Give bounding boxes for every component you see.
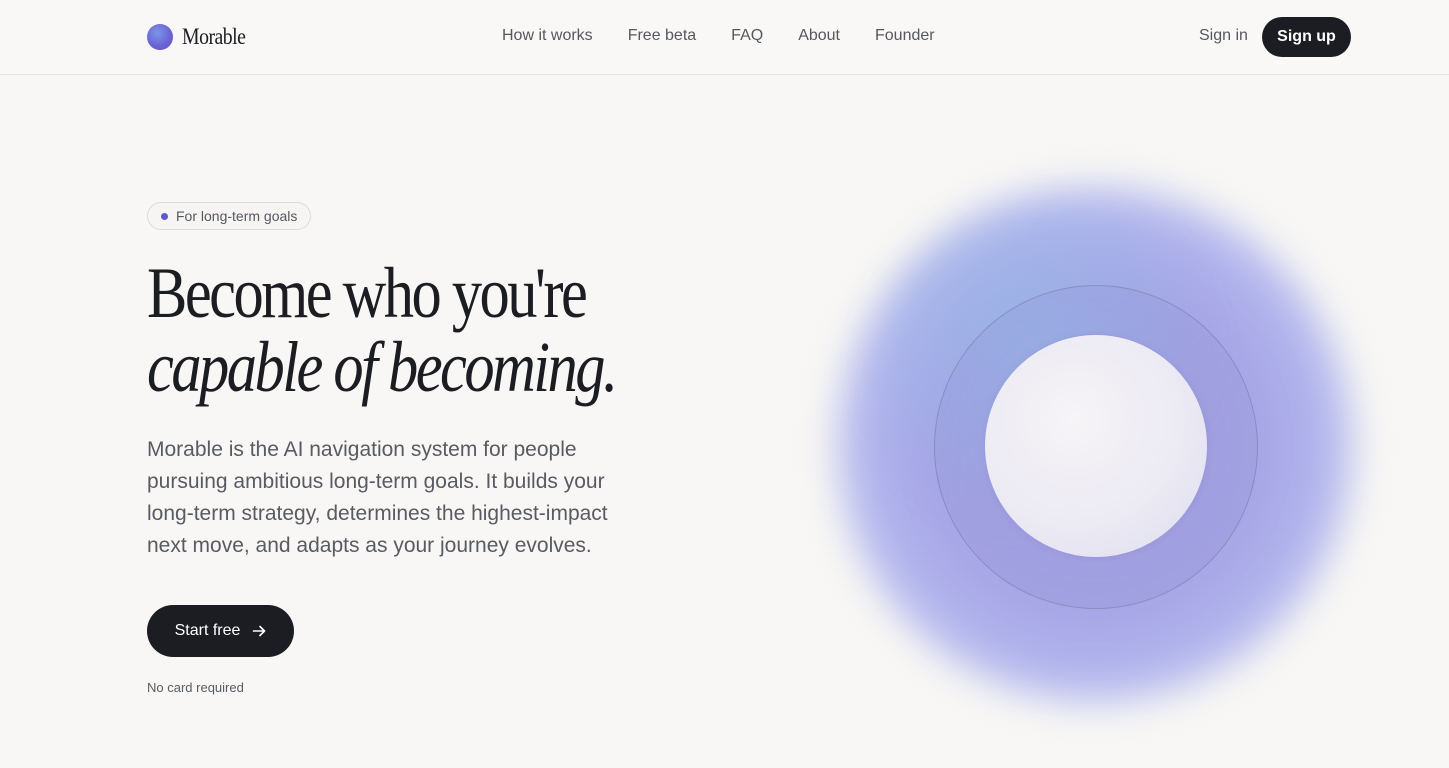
- sign-in-link[interactable]: Sign in: [1199, 27, 1248, 45]
- nav-link-how-it-works[interactable]: How it works: [502, 27, 593, 45]
- audience-badge: For long-term goals: [147, 202, 312, 230]
- arrow-right-icon: [253, 625, 266, 637]
- main-nav: How it works Free beta FAQ About Founder: [502, 27, 935, 45]
- nav-link-about[interactable]: About: [798, 27, 840, 45]
- hero-description: Morable is the AI navigation system for …: [147, 438, 608, 557]
- headline-line-2: capable of becoming.: [147, 327, 618, 407]
- sign-up-button[interactable]: Sign up: [1262, 17, 1351, 57]
- orb-core: [985, 335, 1207, 557]
- brand-logo-link[interactable]: Morable: [147, 23, 256, 51]
- start-free-button[interactable]: Start free: [147, 605, 294, 657]
- no-card-note: No card required: [147, 680, 244, 695]
- nav-link-faq[interactable]: FAQ: [731, 27, 763, 45]
- logo-orb-icon: [147, 24, 173, 50]
- start-free-label: Start free: [174, 622, 241, 639]
- badge-dot-icon: [161, 212, 168, 220]
- headline-line-1: Become who you're: [147, 253, 588, 333]
- nav-link-founder[interactable]: Founder: [875, 27, 935, 45]
- brand-name: Morable: [182, 24, 246, 49]
- hero-headline: Become who you're capable of becoming.: [147, 253, 618, 407]
- site-header: Morable How it works Free beta FAQ About…: [0, 0, 1449, 75]
- nav-link-free-beta[interactable]: Free beta: [628, 27, 696, 45]
- badge-label: For long-term goals: [176, 208, 298, 224]
